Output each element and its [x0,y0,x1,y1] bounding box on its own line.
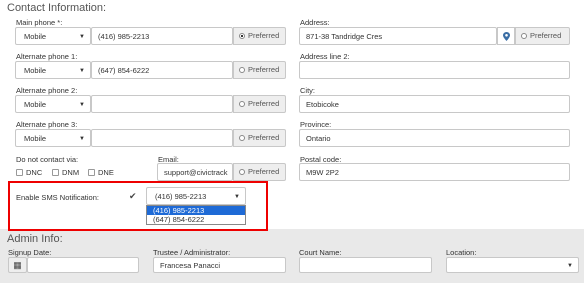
map-marker-icon[interactable] [497,27,515,45]
checkbox-icon [16,169,23,176]
caret-down-icon: ▼ [79,34,85,40]
radio-icon [239,66,245,73]
alt-phone-1-preferred-radio[interactable]: Preferred [233,61,286,79]
address2-label: Address line 2: [300,52,350,61]
alt-phone-2-preferred-radio[interactable]: Preferred [233,95,286,113]
main-phone-preferred-radio[interactable]: Preferred [233,27,286,45]
radio-icon [239,32,245,39]
main-phone-input[interactable]: (416) 985-2213 [91,27,233,45]
location-label: Location: [446,248,477,257]
do-not-contact-label: Do not contact via: [16,155,79,164]
main-phone-label: Main phone *: [16,18,63,27]
caret-down-icon: ▼ [79,68,85,74]
caret-down-icon: ▼ [79,102,85,108]
province-input[interactable]: Ontario [299,129,570,147]
signup-date-label: Signup Date: [8,248,52,257]
location-select[interactable]: ▼ [446,257,579,273]
signup-date-input[interactable] [27,257,139,273]
alt-phone-3-type-select[interactable]: Mobile ▼ [15,129,91,147]
admin-section-title: Admin Info: [7,233,63,245]
dnc-checkbox[interactable]: DNC [16,168,42,177]
address-label: Address: [300,18,330,27]
calendar-icon[interactable]: ▦ [8,257,27,273]
alt-phone-3-label: Alternate phone 3: [16,120,78,129]
alt-phone-2-input[interactable] [91,95,233,113]
address-preferred-radio[interactable]: Preferred [515,27,570,45]
alt-phone-1-input[interactable]: (647) 854-6222 [91,61,233,79]
trustee-label: Trustee / Administrator: [153,248,231,257]
city-label: City: [300,86,315,95]
checkbox-icon [52,169,59,176]
main-phone-type-select[interactable]: Mobile ▼ [15,27,91,45]
caret-down-icon: ▼ [567,263,573,269]
do-not-contact-group: DNC DNM DNE [16,168,146,178]
checkbox-icon [88,169,95,176]
alt-phone-2-type-select[interactable]: Mobile ▼ [15,95,91,113]
dnm-checkbox[interactable]: DNM [52,168,79,177]
trustee-input[interactable]: Francesa Panacci [153,257,286,273]
caret-down-icon: ▼ [79,136,85,142]
alt-phone-2-label: Alternate phone 2: [16,86,78,95]
court-name-input[interactable] [299,257,432,273]
address-input[interactable]: 871-38 Tandridge Cres [299,27,497,45]
alt-phone-1-label: Alternate phone 1: [16,52,78,61]
annotation-highlight-box [8,181,268,231]
court-name-label: Court Name: [299,248,342,257]
address2-input[interactable] [299,61,570,79]
radio-icon [239,100,245,107]
email-preferred-radio[interactable]: Preferred [233,163,286,181]
contact-section-title: Contact Information: [7,2,107,14]
radio-icon [521,32,527,39]
dne-checkbox[interactable]: DNE [88,168,114,177]
radio-icon [239,168,245,175]
radio-icon [239,134,245,141]
city-input[interactable]: Etobicoke [299,95,570,113]
admin-section [0,229,584,283]
alt-phone-3-input[interactable] [91,129,233,147]
alt-phone-3-preferred-radio[interactable]: Preferred [233,129,286,147]
province-label: Province: [300,120,332,129]
postal-input[interactable]: M9W 2P2 [299,163,570,181]
alt-phone-1-type-select[interactable]: Mobile ▼ [15,61,91,79]
email-input[interactable]: support@civictrack [157,163,233,181]
